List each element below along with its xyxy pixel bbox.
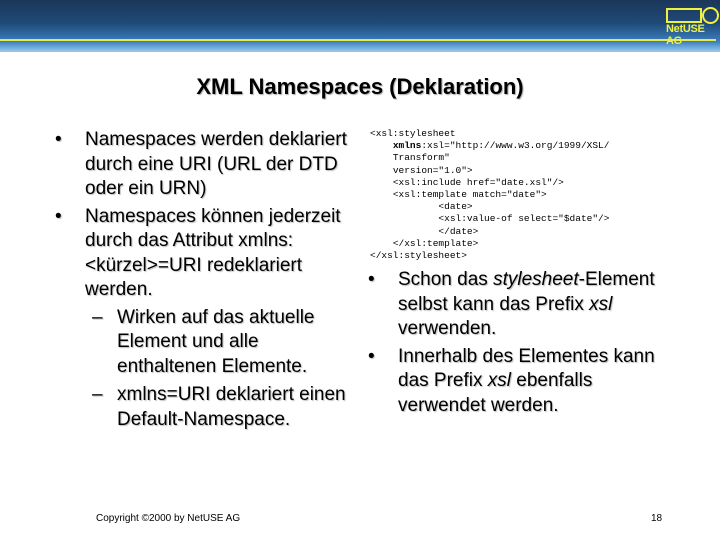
code-line: :xsl="http://www.w3.org/1999/XSL/ — [421, 140, 610, 152]
bullet-icon: • — [55, 129, 62, 150]
text-italic: xsl — [589, 293, 613, 315]
logo-circle-icon — [702, 7, 719, 24]
code-block: <xsl:stylesheet xmlns:xsl="http://www.w3… — [370, 128, 609, 262]
code-line: <xsl:stylesheet — [370, 128, 456, 139]
code-line: </xsl:template> — [392, 237, 479, 249]
dash-icon: – — [92, 306, 103, 328]
code-line: <xsl:value-of select="$date"/> — [438, 213, 610, 225]
code-line: version="1.0"> — [392, 164, 473, 176]
text: Schon das — [398, 269, 494, 290]
bullet-text: Namespaces werden deklariert durch eine … — [85, 129, 347, 199]
code-line: <xsl:include href="date.xsl"/> — [392, 176, 564, 188]
sub-bullet-text: xmlns=URI deklariert einen Default-Names… — [117, 384, 346, 430]
bullet-item: • Schon das stylesheet-Element selbst kan… — [368, 268, 668, 342]
dash-icon: – — [92, 384, 103, 405]
right-column: • Schon das stylesheet-Element selbst kan… — [368, 268, 668, 421]
logo-text: NetUSE AG — [666, 23, 705, 47]
code-line: <xsl:template match="date"> — [392, 189, 547, 201]
code-line: </xsl:stylesheet> — [370, 250, 467, 262]
copyright: Copyright ©2000 by NetUSE AG — [96, 513, 241, 524]
bullet-item: • Namespaces können jederzeit durch das A… — [55, 205, 355, 303]
left-column: • Namespaces werden deklariert durch eine… — [55, 128, 355, 436]
text: verwenden. — [398, 318, 497, 339]
sub-bullet-item: – Wirken auf das aktuelle Element und all… — [55, 306, 355, 380]
code-bold: xmlns — [392, 140, 422, 152]
header-banner — [0, 0, 720, 52]
header-rule — [0, 39, 716, 41]
sub-bullet-item: – xmlns=URI deklariert einen Default-Name… — [55, 383, 355, 432]
slide-title: XML Namespaces (Deklaration) — [196, 74, 524, 99]
bullet-item: • Innerhalb des Elementes kann das Prefix… — [368, 345, 668, 419]
page-number: 18 — [651, 513, 663, 524]
code-line: </date> — [438, 225, 479, 237]
text-italic: xsl — [487, 370, 511, 391]
bullet-text: Namespaces können jederzeit durch das At… — [85, 205, 341, 301]
bullet-item: • Namespaces werden deklariert durch eine… — [55, 128, 355, 202]
bullet-icon: • — [368, 269, 375, 290]
sub-bullet-text: Wirken auf das aktuelle Element und alle… — [117, 306, 315, 377]
code-line: Transform" — [392, 152, 450, 164]
logo-rect-icon — [666, 8, 702, 23]
bullet-icon: • — [55, 205, 62, 227]
text-italic: stylesheet — [493, 269, 579, 290]
bullet-icon: • — [368, 345, 375, 367]
code-line: <date> — [438, 201, 473, 213]
